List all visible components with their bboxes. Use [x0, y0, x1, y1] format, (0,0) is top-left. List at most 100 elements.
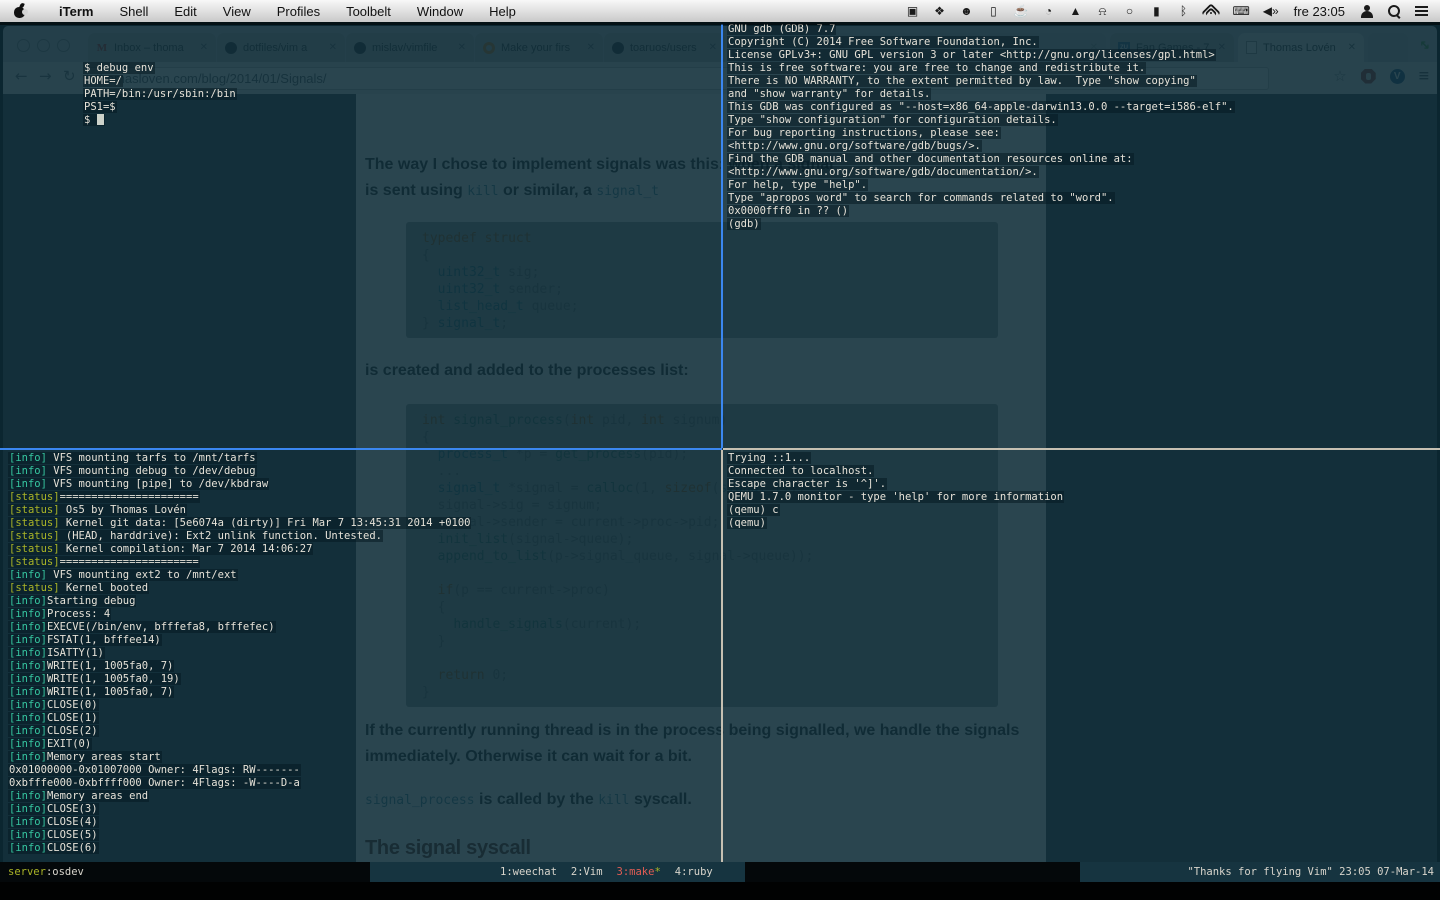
spotlight-icon[interactable]	[1387, 3, 1401, 19]
screen-window-3-make[interactable]: 3:make*	[617, 862, 661, 882]
window-manager-icon[interactable]: ▣	[905, 3, 919, 19]
menu-help[interactable]: Help	[489, 4, 516, 19]
log-line: [status] Os5 by Thomas Lovén	[8, 504, 471, 517]
log-tag-status: [status]	[9, 556, 60, 568]
log-line: [info]EXECVE(/bin/env, bfffefa8, bfffefe…	[8, 621, 471, 634]
log-text: (HEAD, harddrive): Ext2 unlink function.…	[59, 530, 382, 542]
notifications-icon[interactable]: ⍾	[1095, 3, 1109, 19]
notification-center-icon[interactable]	[1414, 3, 1428, 19]
kernel-log-pane[interactable]: [info] VFS mounting tarfs to /mnt/tarfs[…	[8, 452, 472, 855]
gdb-pane[interactable]: GNU gdb (GDB) 7.7 Copyright (C) 2014 Free…	[727, 23, 1235, 231]
log-line: [info]CLOSE(1)	[8, 712, 471, 725]
display-icon[interactable]: ▯	[986, 3, 1000, 19]
log-tag-status: [status]	[9, 582, 60, 594]
gdb-line: (gdb)	[727, 218, 761, 230]
screen-window-list: 1:weechat 2:Vim 3:make* 4:ruby	[500, 862, 713, 882]
log-text: CLOSE(0)	[46, 699, 98, 711]
menu-items: iTerm Shell Edit View Profiles Toolbelt Window…	[14, 2, 516, 19]
screen-window-label: 4:ruby	[674, 866, 713, 878]
timer-icon[interactable]: ◔	[1041, 3, 1055, 19]
gdb-line: <http://www.gnu.org/software/gdb/documen…	[727, 166, 1039, 178]
menu-edit[interactable]: Edit	[174, 4, 196, 19]
wifi-icon[interactable]	[1201, 2, 1222, 23]
menu-toolbelt[interactable]: Toolbelt	[346, 4, 391, 19]
shell-line: $ debug env	[83, 62, 155, 74]
user-icon[interactable]	[1360, 3, 1374, 19]
keyboard-icon[interactable]: ⌨	[1232, 3, 1249, 19]
log-text: Kernel booted	[59, 582, 149, 594]
log-tag-info: [info]	[9, 751, 47, 763]
google-drive-icon[interactable]: ▲	[1068, 3, 1082, 19]
menu-iterm[interactable]: iTerm	[59, 4, 93, 19]
log-line: [status] Kernel booted	[8, 582, 471, 595]
qemu-line: Trying ::1...	[727, 452, 812, 464]
menu-bar-clock[interactable]: fre 23:05	[1294, 4, 1345, 19]
log-tag-info: [info]	[9, 465, 47, 477]
log-tag-info: [info]	[9, 699, 47, 711]
gdb-line: <http://www.gnu.org/software/gdb/bugs/>.	[727, 140, 982, 152]
screen-window-2-Vim[interactable]: 2:Vim	[571, 862, 603, 882]
log-tag-status: [status]	[9, 504, 60, 516]
screen-window-4-ruby[interactable]: 4:ruby	[675, 862, 713, 882]
qemu-line: (qemu)	[727, 517, 767, 529]
messages-icon[interactable]: ○	[1122, 3, 1136, 19]
menu-profiles[interactable]: Profiles	[277, 4, 320, 19]
gdb-line: For bug reporting instructions, please s…	[727, 127, 1001, 139]
gdb-line: Find the GDB manual and other documentat…	[727, 153, 1134, 165]
gdb-line: This GDB was configured as "--host=x86_6…	[727, 101, 1235, 113]
log-tag-status: [status]	[9, 517, 60, 529]
volume-icon[interactable]: ◀»	[1263, 3, 1279, 19]
log-line: 0xbfffe000-0xbffff000 Owner: 4Flags: -W-…	[8, 777, 471, 790]
log-line: [info] VFS mounting [pipe] to /dev/kbdra…	[8, 478, 471, 491]
log-line: [status] Kernel git data: [5e6074a (dirt…	[8, 517, 472, 530]
terminal-cursor	[96, 114, 104, 125]
qemu-monitor-pane[interactable]: Trying ::1... Connected to localhost. Esca…	[727, 452, 1065, 530]
pane-divider-horizontal[interactable]	[723, 448, 1440, 450]
screen-window-1-weechat[interactable]: 1:weechat	[500, 862, 557, 882]
log-line: [status]======================	[8, 491, 471, 504]
log-text: ISATTY(1)	[46, 647, 104, 659]
screen-window-label: 2:Vim	[570, 866, 603, 878]
log-line: [status] Kernel compilation: Mar 7 2014 …	[8, 543, 471, 556]
menu-view[interactable]: View	[223, 4, 251, 19]
battery-icon[interactable]: ▮	[1149, 3, 1163, 19]
log-text: WRITE(1, 1005fa0, 7)	[46, 660, 174, 672]
log-text: Os5 by Thomas Lovén	[59, 504, 187, 516]
shell-line: $	[83, 114, 237, 127]
screen-status-bar: server:osdev 1:weechat 2:Vim 3:make* 4:ruby…	[0, 862, 1440, 882]
log-text: EXIT(0)	[46, 738, 92, 750]
log-tag-info: [info]	[9, 478, 47, 490]
log-text: WRITE(1, 1005fa0, 7)	[46, 686, 174, 698]
shell-line: PATH=/bin:/usr/sbin:/bin	[83, 88, 237, 100]
log-text: CLOSE(5)	[46, 829, 98, 841]
bluetooth-icon[interactable]: ᛒ	[1176, 3, 1190, 19]
log-line: [status] (HEAD, harddrive): Ext2 unlink …	[8, 530, 471, 543]
pane-divider-horizontal-active[interactable]	[0, 448, 722, 450]
qemu-line: (qemu) c	[727, 504, 780, 516]
shell-line: HOME=/	[83, 75, 123, 87]
apple-menu-icon[interactable]	[14, 2, 28, 18]
screen-session: server:osdev	[8, 862, 84, 882]
app-face-icon[interactable]: ☻	[959, 3, 973, 19]
log-text: Memory areas end	[46, 790, 149, 802]
log-line: [info]FSTAT(1, bfffee14)	[8, 634, 471, 647]
menu-shell[interactable]: Shell	[119, 4, 148, 19]
log-text: VFS mounting tarfs to /mnt/tarfs	[46, 452, 256, 464]
log-line: [info]CLOSE(6)	[8, 842, 471, 855]
pane-divider-vertical[interactable]	[721, 450, 723, 862]
dropbox-icon[interactable]: ❖	[932, 3, 946, 19]
shell-pane[interactable]: $ debug env HOME=/PATH=/bin:/usr/sbin:/bi…	[83, 62, 237, 127]
log-tag-info: [info]	[9, 673, 47, 685]
gdb-line: Type "show configuration" for configurat…	[727, 114, 1058, 126]
pane-divider-vertical-active[interactable]	[721, 24, 723, 448]
log-tag-info: [info]	[9, 803, 47, 815]
gdb-line: 0x0000fff0 in ?? ()	[727, 205, 850, 217]
log-text: ======================	[59, 491, 199, 503]
gdb-line: Type "apropos word" to search for comman…	[727, 192, 1115, 204]
menu-window[interactable]: Window	[417, 4, 463, 19]
log-line: [info]CLOSE(0)	[8, 699, 471, 712]
log-line: [info]WRITE(1, 1005fa0, 7)	[8, 686, 471, 699]
screen-session-value: :osdev	[45, 866, 84, 878]
caffeine-icon[interactable]: ☕	[1013, 3, 1028, 19]
shell-line: PS1=$	[83, 101, 117, 113]
